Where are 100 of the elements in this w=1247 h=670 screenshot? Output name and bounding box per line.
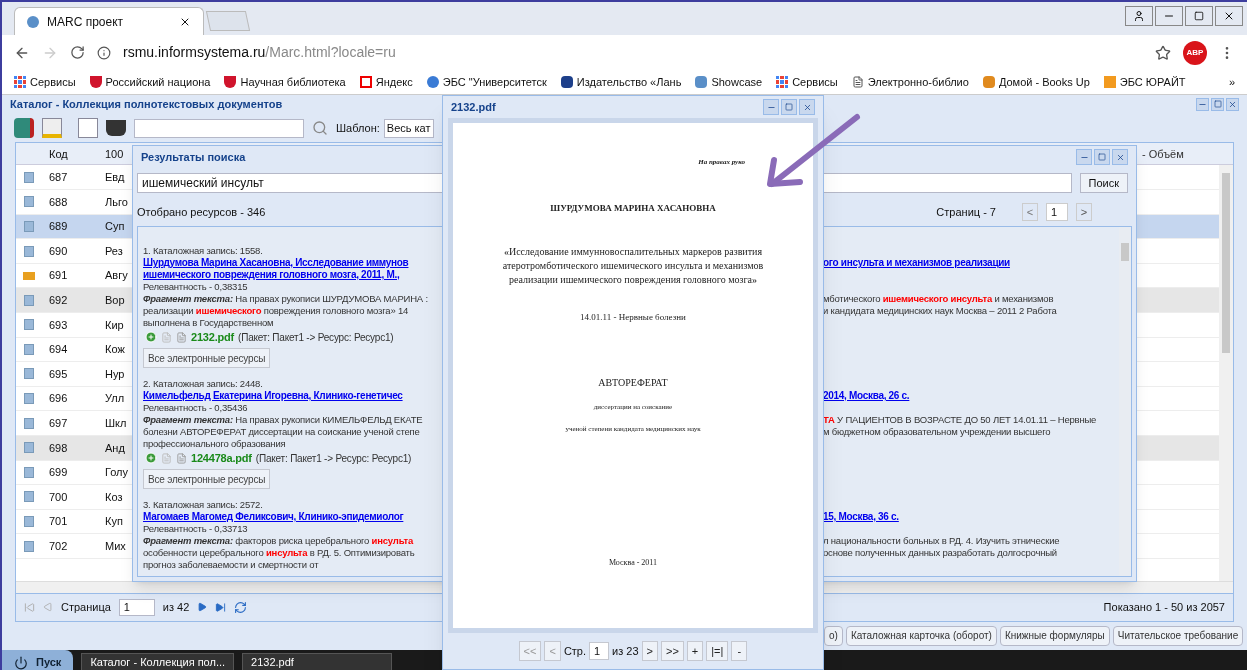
table-cell-text: 695 — [48, 366, 69, 382]
document-icon — [23, 491, 34, 503]
close-icon — [1115, 152, 1125, 162]
page-field[interactable]: 1 — [118, 598, 155, 616]
bookmark-link[interactable]: Домой - Books Up — [982, 73, 1090, 91]
result-title-link[interactable]: 15, Москва, 36 с. — [823, 511, 899, 522]
more-bookmarks[interactable]: » — [1228, 73, 1235, 91]
pager-button[interactable]: - — [731, 641, 748, 661]
add-icon[interactable] — [145, 331, 157, 343]
relevance-text: Релевантность - 0,33713 — [143, 523, 248, 534]
taskbar-button[interactable]: 2132.pdf — [242, 652, 393, 670]
bookmark-link[interactable]: Сервисы — [14, 73, 76, 91]
fragment-text: Фрагмент текста: факторов риска церебрального инсульта — [143, 535, 413, 546]
scrollbar[interactable] — [1119, 227, 1131, 576]
minimize-button[interactable] — [1196, 98, 1209, 111]
result-title-link[interactable]: ишемического повреждения головного мозга, 2011, М., — [143, 269, 400, 280]
file-link[interactable]: 2132.pdf — [191, 328, 235, 346]
maximize-icon — [1098, 153, 1106, 161]
table-cell-text: Суп — [104, 219, 126, 235]
add-icon[interactable] — [145, 452, 157, 464]
template-select[interactable]: Весь кат — [383, 118, 434, 138]
next-button[interactable]: > — [1076, 203, 1092, 221]
restore-button[interactable] — [1185, 6, 1213, 26]
minimize-button[interactable] — [1076, 149, 1092, 165]
pager-button[interactable]: >> — [660, 641, 684, 661]
user-button[interactable] — [1125, 6, 1153, 26]
resources-button[interactable]: Все электронные ресурсы — [143, 348, 271, 368]
action-button[interactable]: Книжные формуляры — [999, 625, 1110, 646]
column-header[interactable]: Код — [41, 145, 101, 163]
bookmark-link[interactable]: Электронно-библио — [851, 73, 969, 91]
previous-button[interactable]: < — [1022, 203, 1038, 221]
minimize-button[interactable] — [763, 99, 779, 115]
address-field[interactable]: rsmu.informsystema.ru/Marc.html?locale=ru — [123, 42, 1143, 63]
maximize-button[interactable] — [1094, 149, 1110, 165]
table-cell-text: Кир — [104, 317, 125, 333]
maximize-button[interactable] — [1211, 98, 1224, 111]
bookmark-link[interactable]: Яндекс — [359, 73, 413, 91]
fragment-text: реализации ишемического повреждения головного мозга» 14 — [143, 305, 409, 316]
column-header[interactable]: 100 — [101, 145, 131, 163]
result-title-link[interactable]: 2014, Москва, 26 с. — [823, 390, 910, 401]
pager-button[interactable]: |=| — [706, 641, 729, 661]
result-title-link[interactable]: Магомаев Магомед Феликсович, Клинико-эпидемиолог — [143, 511, 404, 522]
browser-tab[interactable]: MARC проект — [14, 7, 204, 35]
action-button[interactable]: Читательское требование — [1112, 625, 1244, 646]
maximize-button[interactable] — [781, 99, 797, 115]
search-field[interactable] — [134, 118, 304, 138]
table-cell-text: Анд — [104, 440, 126, 456]
page-field[interactable]: 1 — [1046, 203, 1068, 221]
page-text: Москва - 2011 — [608, 556, 658, 569]
file-icon[interactable] — [176, 452, 187, 464]
package-text: (Пакет: Пакет1 -> Ресурс: Ресурс1) — [255, 451, 412, 466]
tab-favicon-icon — [27, 15, 39, 28]
package-text: (Пакет: Пакет1 -> Ресурс: Ресурс1) — [238, 330, 394, 345]
scrollbar[interactable] — [1219, 165, 1233, 581]
result-title-link[interactable]: Шурдумова Марина Хасановна, Исследование иммунов — [143, 257, 409, 268]
reload-icon[interactable] — [70, 45, 85, 60]
action-button[interactable]: о) — [824, 625, 843, 646]
table-cell-text: Кож — [104, 342, 126, 358]
column-header[interactable]: - Объём — [1138, 145, 1233, 163]
extension-badge[interactable]: ABP — [1183, 40, 1207, 65]
table-cell-text: 687 — [48, 169, 69, 185]
search-icon[interactable] — [312, 120, 328, 137]
result-title-link[interactable]: Кимельфельд Екатерина Игоревна, Клинико-генетичес — [143, 390, 403, 401]
bookmark-link[interactable]: Showcase — [695, 73, 763, 91]
file-link[interactable]: 124478a.pdf — [191, 449, 252, 467]
pager-button[interactable]: > — [641, 641, 658, 661]
document-icon — [23, 245, 34, 257]
bookmark-link[interactable]: Научная библиотека — [224, 73, 346, 91]
pager-button[interactable]: + — [686, 641, 704, 661]
document-icon — [23, 196, 34, 208]
star-icon[interactable] — [1155, 44, 1171, 61]
result-title-link[interactable]: ого инсульта и механизмов реализации — [823, 257, 1010, 268]
last-page-icon[interactable] — [215, 601, 227, 613]
close-button[interactable] — [799, 99, 815, 115]
page-text: 14.01.11 - Нервные болезни — [580, 311, 686, 324]
action-button[interactable]: Каталожная карточка (оборот) — [845, 625, 997, 646]
start-button[interactable]: Пуск — [2, 650, 74, 670]
fragment-text: болезни АВТОРЕФЕРАТ диссертации на соискание ученой степе — [143, 426, 420, 437]
fragment-text: Фрагмент текста: На правах рукописи ШУРДУМОВА МАРИНА : — [143, 293, 428, 304]
bookmark-link[interactable]: Сервисы — [776, 73, 838, 91]
close-button[interactable] — [1226, 98, 1239, 111]
bookmark-link[interactable]: ЭБС "Университетск — [426, 73, 547, 91]
bookmark-link[interactable]: Российский национа — [89, 73, 211, 91]
resources-button[interactable]: Все электронные ресурсы — [143, 469, 271, 489]
result-heading: 3. Каталожная запись: 2572. — [143, 499, 263, 510]
table-cell-text: Мих — [104, 538, 127, 554]
search-button[interactable]: Поиск — [1079, 173, 1128, 193]
next-page-icon[interactable] — [197, 602, 208, 613]
bookmark-link[interactable]: ЭБС ЮРАЙТ — [1103, 73, 1186, 91]
close-button[interactable] — [1215, 6, 1243, 26]
refresh-icon[interactable] — [234, 600, 248, 614]
file-icon[interactable] — [176, 331, 187, 343]
table-cell-text: 702 — [48, 538, 69, 554]
page-field[interactable]: 1 — [589, 642, 610, 660]
close-button[interactable] — [1112, 149, 1128, 165]
taskbar-button[interactable]: Каталог - Коллекция пол... — [81, 652, 235, 670]
info-icon[interactable] — [97, 45, 111, 60]
page-count: из 42 — [162, 599, 190, 615]
bookmark-link[interactable]: Издательство «Лань — [560, 73, 682, 91]
close-icon — [1228, 100, 1237, 109]
